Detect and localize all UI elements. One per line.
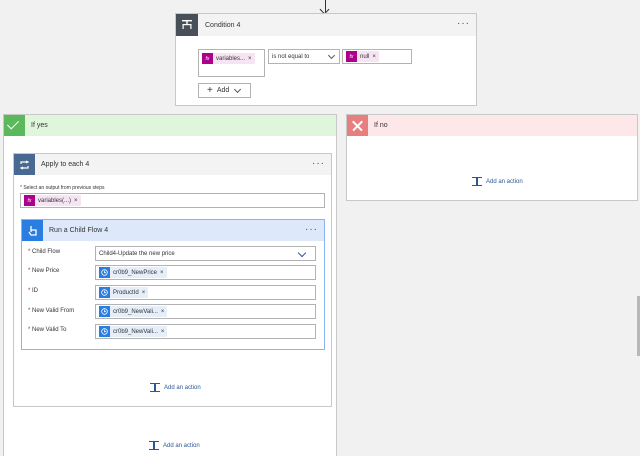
id-input[interactable]: ProductId ×	[95, 285, 316, 300]
chevron-down-icon	[234, 85, 242, 93]
field-label-id: * ID	[28, 288, 39, 294]
fx-icon: fx	[346, 51, 357, 62]
field-label-new-valid-from: * New Valid From	[28, 308, 75, 314]
if-no-label: If no	[374, 122, 388, 129]
remove-token-icon[interactable]: ×	[161, 309, 168, 315]
clock-icon	[99, 306, 110, 317]
if-no-branch: If no Add an action	[346, 114, 638, 201]
condition-header[interactable]: Condition 4 ···	[176, 14, 476, 36]
checkmark-icon	[4, 115, 25, 136]
condition-title: Condition 4	[205, 21, 241, 29]
fx-icon: fx	[24, 195, 35, 206]
add-row-button[interactable]: + Add	[198, 83, 251, 98]
chevron-down-icon	[297, 248, 307, 258]
apply-each-title: Apply to each 4	[41, 161, 90, 168]
loop-icon	[14, 154, 35, 175]
remove-token-icon[interactable]: ×	[248, 56, 255, 62]
apply-each-header[interactable]: Apply to each 4 ···	[14, 154, 331, 175]
apply-each-card: Apply to each 4 ··· * Select an output f…	[13, 153, 332, 407]
if-yes-add-action-button[interactable]: Add an action	[149, 441, 200, 450]
remove-token-icon[interactable]: ×	[161, 329, 168, 335]
new-valid-from-input[interactable]: cr0b9_NewVali... ×	[95, 304, 316, 319]
apply-each-add-action-button[interactable]: Add an action	[150, 383, 201, 392]
apply-each-menu-button[interactable]: ···	[312, 159, 325, 169]
condition-icon	[176, 14, 198, 36]
condition-left-operand[interactable]: fx variables... ×	[198, 49, 265, 77]
left-token[interactable]: fx variables... ×	[202, 53, 255, 64]
pointer-hand-icon	[22, 220, 43, 241]
new-price-token[interactable]: cr0b9_NewPrice ×	[99, 267, 167, 278]
child-flow-header[interactable]: Run a Child Flow 4 ···	[22, 220, 324, 241]
clock-icon	[99, 326, 110, 337]
chevron-down-icon	[327, 51, 336, 60]
if-yes-header: If yes	[4, 115, 336, 136]
right-token[interactable]: fx null ×	[346, 51, 379, 62]
id-token[interactable]: ProductId ×	[99, 287, 149, 298]
if-yes-label: If yes	[31, 122, 48, 129]
clock-icon	[99, 287, 110, 298]
remove-token-icon[interactable]: ×	[160, 270, 167, 276]
child-flow-select[interactable]: Child4-Update the new price	[95, 246, 316, 261]
new-valid-to-input[interactable]: cr0b9_NewVali... ×	[95, 324, 316, 339]
if-no-header: If no	[347, 115, 637, 136]
new-valid-to-token[interactable]: cr0b9_NewVali... ×	[99, 326, 168, 337]
add-action-icon	[150, 383, 160, 392]
new-price-input[interactable]: cr0b9_NewPrice ×	[95, 265, 316, 280]
child-flow-title: Run a Child Flow 4	[49, 227, 109, 234]
add-action-icon	[149, 441, 159, 450]
condition-right-operand[interactable]: fx null ×	[342, 49, 412, 64]
fx-icon: fx	[202, 53, 213, 64]
field-label-new-price: * New Price	[28, 268, 60, 274]
select-output-label: * Select an output from previous steps	[20, 185, 105, 191]
remove-token-icon[interactable]: ×	[372, 54, 379, 60]
field-label-new-valid-to: * New Valid To	[28, 327, 67, 333]
new-valid-from-token[interactable]: cr0b9_NewVali... ×	[99, 306, 168, 317]
add-action-icon	[472, 177, 482, 186]
condition-operator-select[interactable]: is not equal to	[268, 49, 340, 64]
select-output-input[interactable]: fx variables(...) ×	[20, 193, 325, 208]
flow-arrow	[319, 0, 330, 15]
condition-menu-button[interactable]: ···	[457, 19, 470, 29]
child-flow-menu-button[interactable]: ···	[305, 225, 318, 235]
close-icon	[347, 115, 368, 136]
condition-card: Condition 4 ··· fx variables... × is not…	[175, 13, 477, 106]
remove-token-icon[interactable]: ×	[142, 290, 149, 296]
plus-icon: +	[207, 85, 213, 96]
child-flow-card: Run a Child Flow 4 ··· * Child Flow Chil…	[21, 219, 325, 350]
if-no-add-action-button[interactable]: Add an action	[472, 177, 523, 186]
select-output-token[interactable]: fx variables(...) ×	[24, 195, 81, 206]
if-yes-branch: If yes Apply to each 4 ··· * Select an o…	[3, 114, 337, 456]
remove-token-icon[interactable]: ×	[74, 198, 81, 204]
field-label-child-flow: * Child Flow	[28, 249, 61, 255]
clock-icon	[99, 267, 110, 278]
